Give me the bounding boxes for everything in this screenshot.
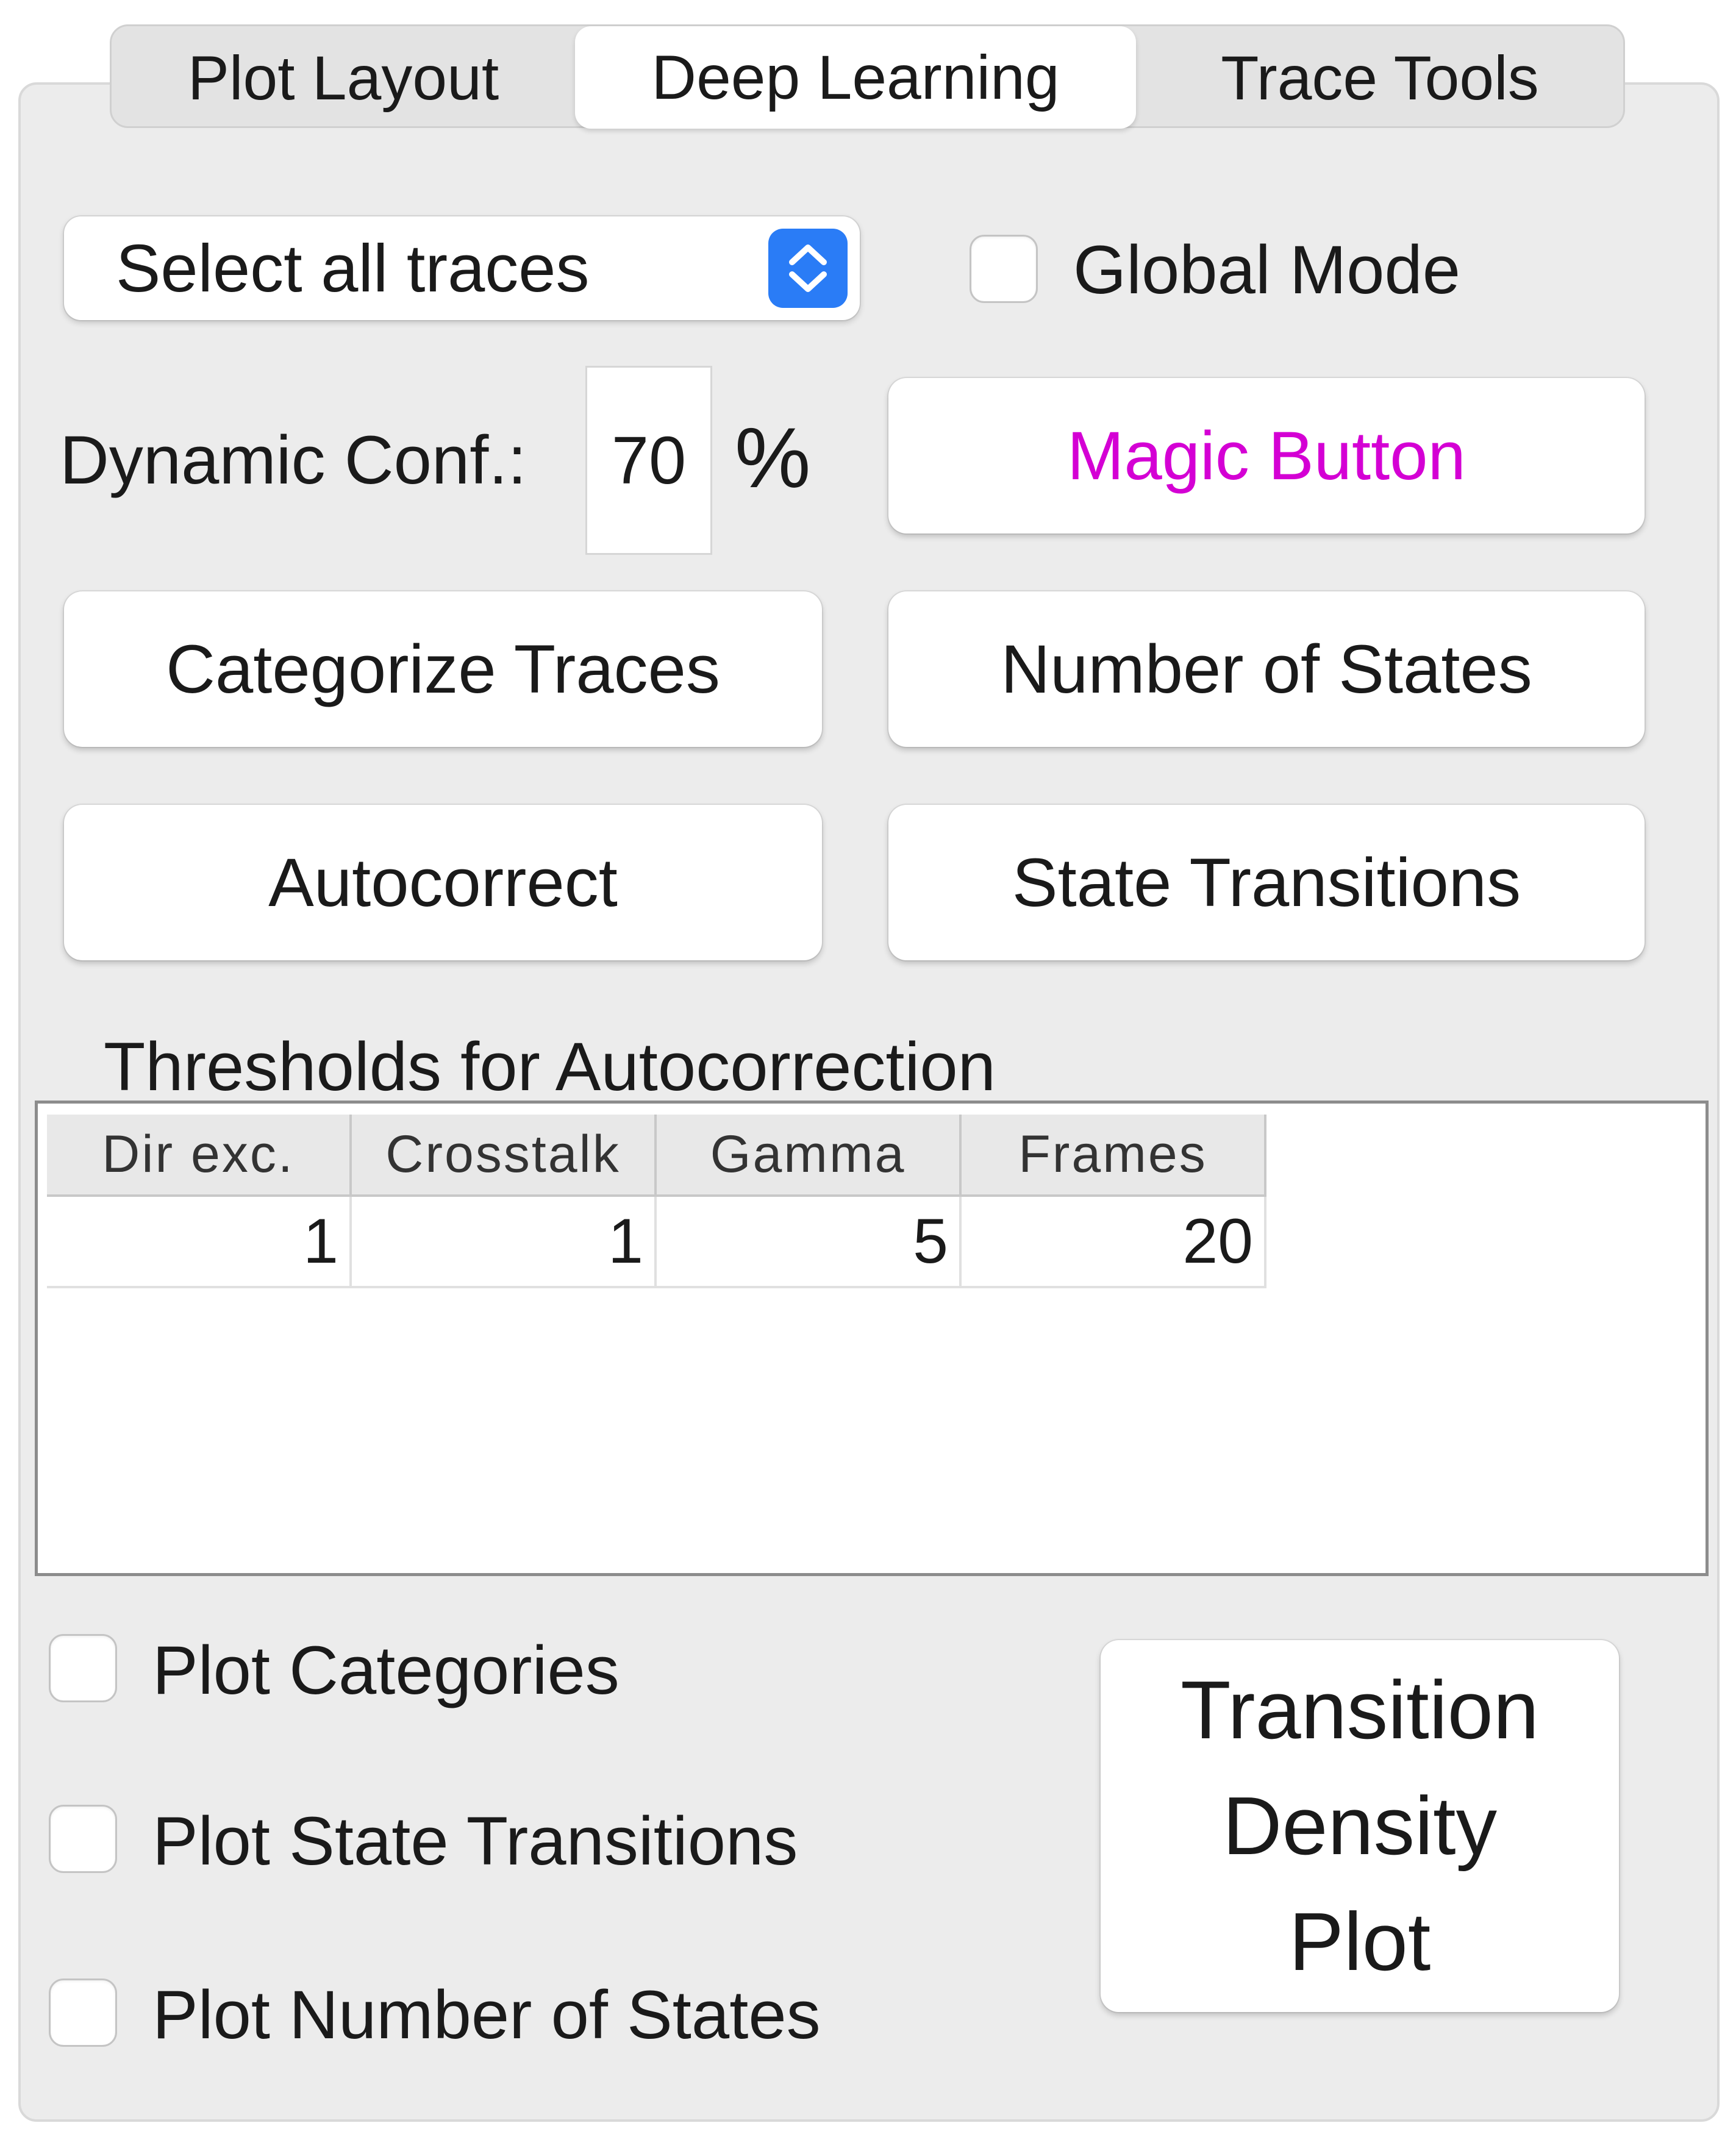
autocorrect-label: Autocorrect: [268, 844, 618, 921]
thresholds-table: Dir exc. Crosstalk Gamma Frames 1 1 5 20: [35, 1101, 1709, 1576]
column-header-crosstalk[interactable]: Crosstalk: [352, 1115, 657, 1197]
autocorrect-button[interactable]: Autocorrect: [64, 805, 822, 960]
column-header-frames[interactable]: Frames: [962, 1115, 1266, 1197]
tdp-label-line-3: Plot: [1288, 1896, 1431, 1988]
percent-unit: %: [735, 410, 811, 505]
tab-label: Plot Layout: [187, 43, 499, 113]
categorize-traces-label: Categorize Traces: [166, 631, 720, 707]
tab-label: Deep Learning: [651, 42, 1060, 112]
column-header-gamma[interactable]: Gamma: [657, 1115, 962, 1197]
magic-button[interactable]: Magic Button: [888, 378, 1645, 533]
plot-number-of-states-checkbox[interactable]: [49, 1979, 117, 2047]
categorize-traces-button[interactable]: Categorize Traces: [64, 591, 822, 747]
plot-state-transitions-checkbox[interactable]: [49, 1805, 117, 1873]
state-transitions-button[interactable]: State Transitions: [888, 805, 1645, 960]
plot-categories-checkbox[interactable]: [49, 1634, 117, 1702]
dynamic-conf-label: Dynamic Conf.:: [60, 422, 527, 498]
number-of-states-button[interactable]: Number of States: [888, 591, 1645, 747]
tdp-label-line-2: Density: [1222, 1780, 1498, 1872]
tab-deep-learning[interactable]: Deep Learning: [575, 26, 1136, 129]
table-cell-frames[interactable]: 20: [962, 1197, 1266, 1288]
global-mode-label: Global Mode: [1073, 232, 1461, 308]
table-cell-dir-exc[interactable]: 1: [47, 1197, 352, 1288]
plot-categories-label: Plot Categories: [152, 1632, 620, 1708]
trace-select-dropdown[interactable]: Select all traces: [64, 216, 860, 320]
magic-button-label: Magic Button: [1067, 418, 1466, 494]
global-mode-checkbox[interactable]: [970, 235, 1038, 303]
tab-label: Trace Tools: [1221, 43, 1539, 113]
number-of-states-label: Number of States: [1001, 631, 1532, 707]
state-transitions-label: State Transitions: [1012, 844, 1521, 921]
dynamic-conf-value: 70: [611, 423, 687, 498]
tab-trace-tools[interactable]: Trace Tools: [1136, 26, 1624, 130]
tab-plot-layout[interactable]: Plot Layout: [112, 26, 575, 130]
thresholds-title: Thresholds for Autocorrection: [104, 1029, 996, 1105]
select-value: Select all traces: [116, 230, 590, 306]
table-cell-gamma[interactable]: 5: [657, 1197, 962, 1288]
up-down-chevron-icon: [768, 229, 848, 308]
dynamic-conf-input[interactable]: 70: [585, 366, 712, 555]
transition-density-plot-button[interactable]: Transition Density Plot: [1101, 1640, 1619, 2012]
tdp-label-line-1: Transition: [1181, 1664, 1539, 1756]
plot-number-of-states-label: Plot Number of States: [152, 1977, 821, 2053]
plot-state-transitions-label: Plot State Transitions: [152, 1803, 798, 1879]
column-header-dir-exc[interactable]: Dir exc.: [47, 1115, 352, 1197]
tab-bar: Plot Layout Deep Learning Trace Tools: [110, 24, 1625, 130]
table-cell-crosstalk[interactable]: 1: [352, 1197, 657, 1288]
